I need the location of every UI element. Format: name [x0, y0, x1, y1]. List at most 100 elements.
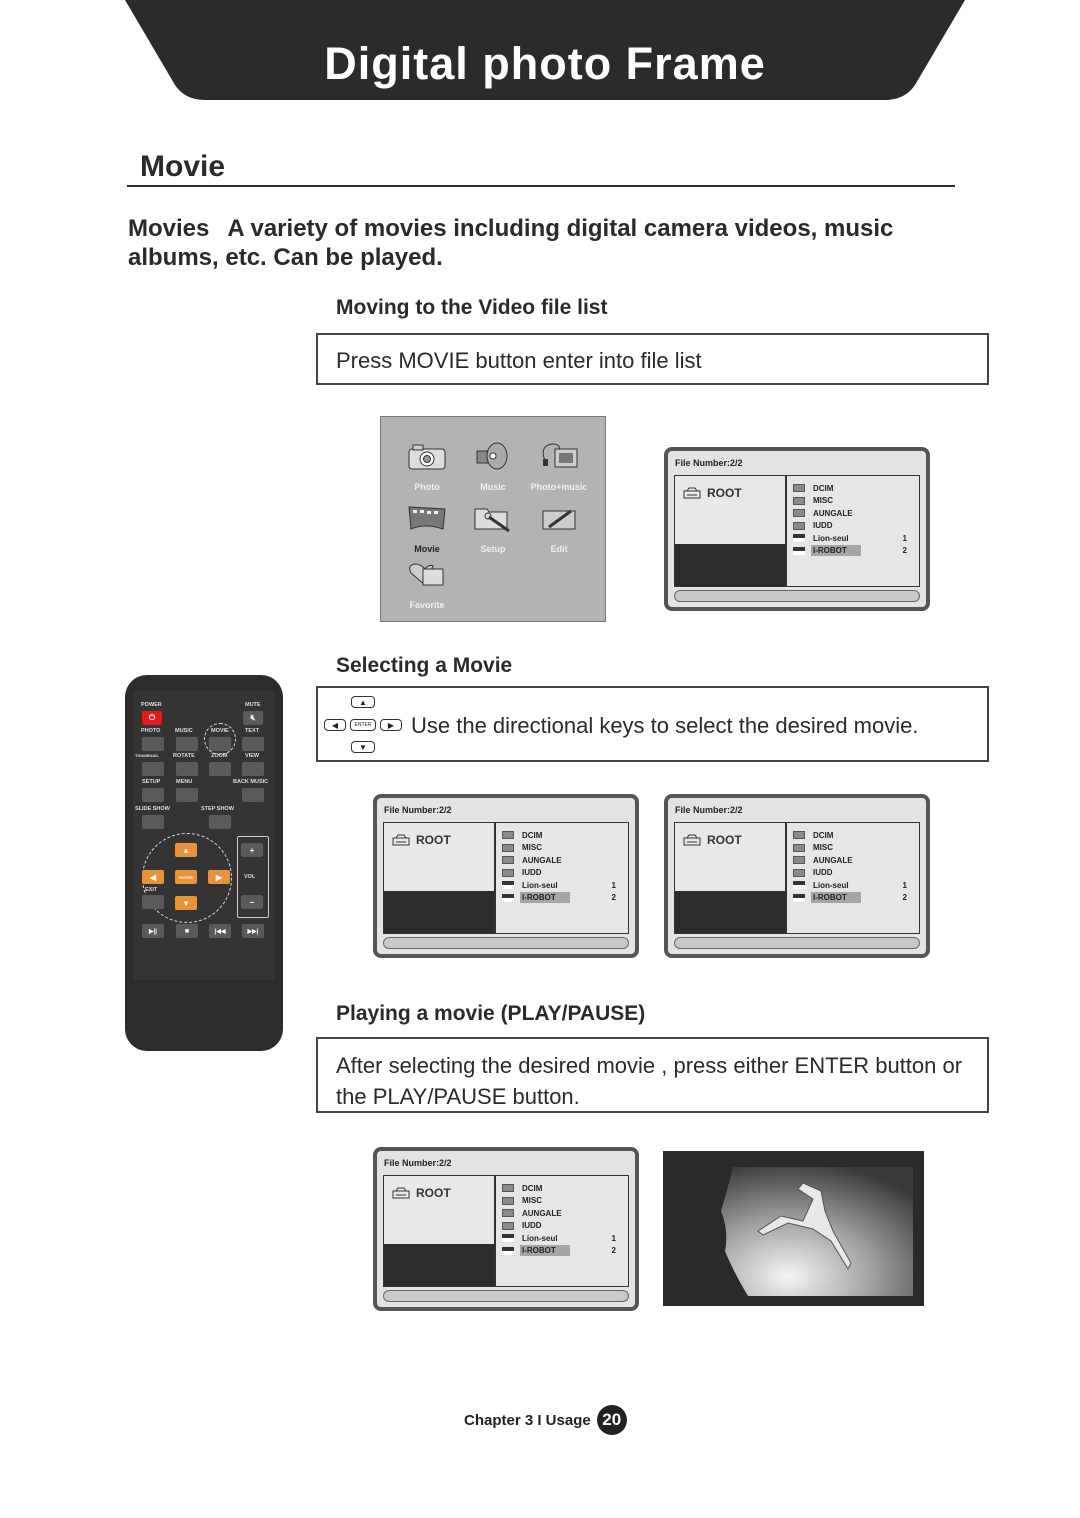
status-bar	[674, 590, 920, 602]
file-entry[interactable]: MISC	[793, 495, 915, 507]
file-entry[interactable]: DCIM	[793, 482, 915, 494]
file-name: IUDD	[522, 1221, 542, 1230]
left-button: ◀	[142, 870, 164, 884]
folder-icon	[502, 868, 514, 877]
drive-icon	[392, 834, 410, 846]
step-3-instruction-box: After selecting the desired movie , pres…	[316, 1037, 989, 1113]
folder-icon	[793, 496, 805, 505]
camera-icon	[408, 444, 446, 470]
preview-area	[675, 544, 785, 586]
file-number-header: File Number:2/2	[675, 805, 743, 815]
page-number-badge: 20	[596, 1405, 627, 1435]
file-entry[interactable]: AUNGALE	[793, 507, 915, 519]
photo-label: PHOTO	[141, 728, 161, 734]
file-name: MISC	[522, 1196, 542, 1205]
rotate-label: ROTATE	[173, 753, 195, 759]
power-icon: ⏻	[148, 713, 156, 722]
movie-file-icon	[502, 881, 514, 889]
file-entry[interactable]: I-ROBOT 2	[502, 892, 624, 904]
previous-button: |◀◀	[209, 924, 231, 938]
root-entry: ROOT	[683, 833, 742, 847]
root-entry: ROOT	[683, 486, 742, 500]
file-entry[interactable]: AUNGALE	[502, 1207, 624, 1219]
file-name: AUNGALE	[522, 855, 562, 865]
photo-music-icon	[542, 443, 578, 468]
power-button: ⏻	[142, 711, 162, 725]
file-entry[interactable]: DCIM	[502, 1182, 624, 1194]
step-3-instruction: After selecting the desired movie , pres…	[336, 1053, 963, 1109]
folder-icon	[502, 1184, 514, 1192]
file-name: Lion-seul	[522, 880, 558, 890]
left-arrow-icon: ◀	[149, 872, 157, 882]
file-entry[interactable]: MISC	[502, 1195, 624, 1207]
menu-label: Movie	[414, 544, 440, 554]
file-entry[interactable]: IUDD	[502, 867, 624, 879]
file-name: DCIM	[813, 830, 834, 840]
folder-icon	[502, 1209, 514, 1217]
file-entry[interactable]: DCIM	[502, 829, 624, 841]
file-index: 1	[611, 1233, 616, 1243]
movie-file-icon	[502, 1246, 514, 1255]
text-button	[242, 737, 264, 751]
folder-icon	[793, 509, 805, 517]
movie-file-icon	[793, 881, 805, 889]
folder-icon	[793, 843, 805, 852]
file-index: 1	[902, 533, 907, 543]
file-entry[interactable]: IUDD	[793, 520, 915, 532]
music-button	[176, 737, 198, 751]
file-name: AUNGALE	[813, 508, 853, 518]
file-entry[interactable]: DCIM	[793, 829, 915, 841]
file-name: I-ROBOT	[520, 892, 570, 903]
folder-wrench-icon	[474, 508, 510, 533]
file-name: AUNGALE	[813, 855, 853, 865]
file-entry[interactable]: MISC	[502, 842, 624, 854]
minus-icon: −	[249, 897, 255, 907]
file-name: DCIM	[522, 830, 543, 840]
step-2-heading: Selecting a Movie	[336, 654, 513, 677]
file-entries-pane: DCIM MISC AUNGALE IUDD Lion-seul 1 I-ROBOT 2	[495, 1175, 629, 1287]
file-entry[interactable]: Lion-seul 1	[502, 1232, 624, 1244]
right-key-icon: ▶	[380, 719, 402, 731]
text-label: TEXT	[245, 728, 260, 734]
root-pane: ROOT	[383, 1175, 495, 1287]
root-label: ROOT	[707, 833, 742, 847]
folder-icon	[793, 868, 805, 877]
file-entry[interactable]: IUDD	[502, 1220, 624, 1232]
menu-item-music: Music	[458, 441, 528, 492]
file-entry[interactable]: I-ROBOT 2	[793, 892, 915, 904]
volume-up-button: +	[241, 843, 263, 857]
root-pane: ROOT	[674, 822, 786, 934]
file-entry[interactable]: IUDD	[793, 867, 915, 879]
file-entry[interactable]: I-ROBOT 2	[793, 545, 915, 557]
file-name: IUDD	[813, 868, 833, 877]
file-entry[interactable]: AUNGALE	[502, 854, 624, 866]
preview-area	[384, 891, 494, 933]
file-entry[interactable]: MISC	[793, 842, 915, 854]
previous-icon: |◀◀	[214, 928, 226, 935]
file-list-screen-3: File Number:2/2 ROOT DCIM MISC AUNGALE IUDD Li…	[664, 794, 930, 958]
menu-item-photo: Photo	[392, 441, 462, 492]
file-index: 1	[611, 880, 616, 890]
folder-icon	[793, 856, 805, 864]
menu-label: Favorite	[409, 600, 445, 610]
file-entry[interactable]: Lion-seul 1	[502, 879, 624, 891]
status-bar	[383, 937, 629, 949]
photo-button	[142, 737, 164, 751]
enter-label: ENTER	[179, 874, 193, 880]
root-entry: ROOT	[392, 833, 451, 847]
file-entry[interactable]: Lion-seul 1	[793, 879, 915, 891]
folder-icon	[793, 521, 805, 530]
file-entry[interactable]: I-ROBOT 2	[502, 1245, 624, 1257]
slide-show-label: SLIDE SHOW	[135, 806, 170, 812]
step-show-label: STEP SHOW	[201, 806, 234, 812]
file-list-screen-1: File Number:2/2 ROOT DCIM MISC AUNGALE IUDD Li…	[664, 447, 930, 611]
file-number-header: File Number:2/2	[384, 1158, 452, 1168]
zoom-label: ZOOM	[211, 753, 228, 759]
play-pause-icon: ▶||	[149, 928, 157, 935]
movie-file-icon	[502, 893, 514, 902]
volume-down-button: −	[241, 895, 263, 909]
step-1-heading: Moving to the Video file list	[336, 296, 608, 319]
folder-icon	[502, 843, 514, 852]
file-entry[interactable]: Lion-seul 1	[793, 532, 915, 544]
file-entry[interactable]: AUNGALE	[793, 854, 915, 866]
